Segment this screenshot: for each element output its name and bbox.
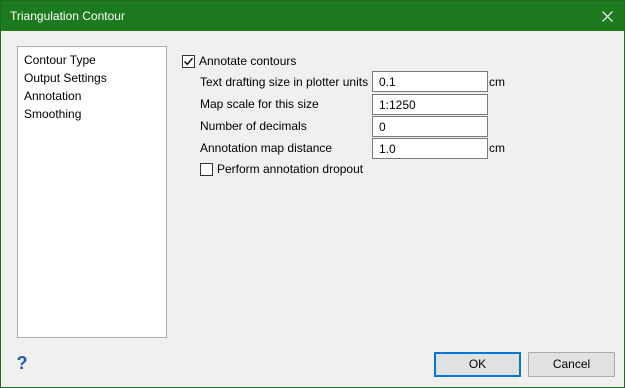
checkmark-icon	[184, 57, 194, 65]
annotation-map-distance-label: Annotation map distance	[200, 141, 333, 155]
dialog-window: Triangulation Contour Contour Type Outpu…	[0, 0, 625, 388]
help-icon[interactable]: ?	[14, 353, 30, 373]
annotation-map-distance-unit: cm	[489, 141, 505, 155]
cancel-button[interactable]: Cancel	[528, 352, 615, 377]
nav-item-annotation[interactable]: Annotation	[18, 87, 166, 105]
nav-item-contour-type[interactable]: Contour Type	[18, 51, 166, 69]
settings-nav-list: Contour Type Output Settings Annotation …	[17, 46, 167, 338]
text-drafting-size-unit: cm	[489, 75, 505, 89]
nav-item-output-settings[interactable]: Output Settings	[18, 69, 166, 87]
perform-dropout-row[interactable]: Perform annotation dropout	[200, 162, 363, 176]
map-scale-input[interactable]	[372, 94, 488, 115]
perform-dropout-checkbox[interactable]	[200, 162, 213, 176]
annotate-contours-row[interactable]: Annotate contours	[182, 54, 296, 68]
text-drafting-size-input[interactable]	[372, 71, 488, 92]
title-bar[interactable]: Triangulation Contour	[1, 1, 624, 31]
ok-button[interactable]: OK	[434, 352, 521, 377]
close-icon	[601, 10, 613, 22]
annotate-contours-checkbox[interactable]	[182, 54, 195, 68]
perform-dropout-label: Perform annotation dropout	[217, 162, 364, 176]
text-drafting-size-label: Text drafting size in plotter units	[200, 75, 369, 89]
annotation-map-distance-input[interactable]	[372, 138, 488, 159]
annotate-contours-label: Annotate contours	[199, 54, 297, 68]
number-of-decimals-label: Number of decimals	[200, 119, 307, 133]
window-title: Triangulation Contour	[10, 9, 125, 23]
nav-item-smoothing[interactable]: Smoothing	[18, 105, 166, 123]
close-button[interactable]	[590, 1, 624, 31]
number-of-decimals-input[interactable]	[372, 116, 488, 137]
map-scale-label: Map scale for this size	[200, 97, 319, 111]
